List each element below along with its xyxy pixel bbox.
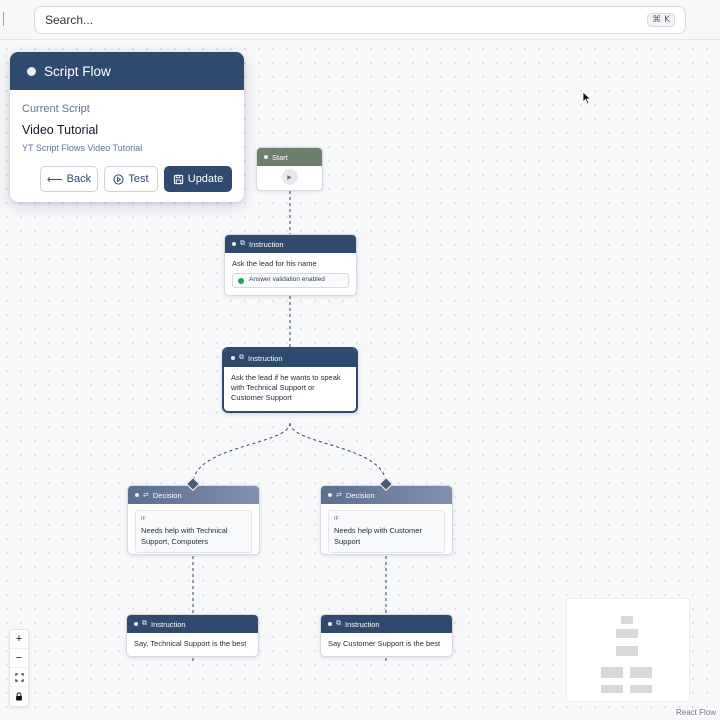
script-description: YT Script Flows Video Tutorial (22, 143, 143, 153)
instruction-node-2[interactable]: ⧉ Instruction Ask the lead if he wants t… (223, 348, 357, 412)
lock-icon (16, 692, 22, 701)
instruction-text: Say, Technical Support is the best (134, 639, 247, 648)
start-node[interactable]: Start ▶ (256, 147, 323, 191)
node-dot-icon (232, 242, 236, 246)
branch-icon: ⇄ (336, 492, 342, 499)
instruction-node-type: Instruction (248, 353, 283, 363)
back-button-label: Back (66, 173, 92, 185)
instruction-node-header: ⧉ Instruction (225, 235, 356, 253)
condition-box: IF Needs help with Technical Support, Co… (135, 510, 252, 553)
instruction-node-type: Instruction (249, 239, 284, 249)
play-circle-icon (113, 173, 124, 185)
script-card-title: Script Flow (44, 63, 111, 79)
arrow-left-icon: ⟵ (46, 173, 63, 186)
node-dot-icon (328, 493, 332, 497)
node-dot-icon (231, 356, 235, 360)
decision-node-right[interactable]: ⇄ Decision IF Needs help with Customer S… (320, 485, 453, 555)
minimap-node (601, 667, 623, 678)
instruction-node-left[interactable]: ⧉ Instruction Say, Technical Support is … (126, 614, 259, 657)
react-flow-attribution[interactable]: React Flow (673, 708, 718, 717)
instruction-node-header: ⧉ Instruction (127, 615, 258, 633)
instruction-text: Say Customer Support is the best (328, 639, 441, 648)
search-placeholder: Search... (45, 13, 94, 27)
minimap-node (630, 685, 652, 693)
search-input[interactable]: Search... ⌘ K (34, 6, 686, 34)
start-node-label: Start (272, 152, 288, 162)
mouse-cursor-icon (582, 91, 592, 105)
instruction-text: Ask the lead for his name (232, 259, 317, 268)
node-dot-icon (264, 155, 268, 159)
top-bar: Search... ⌘ K (0, 0, 720, 40)
edit-square-icon: ⧉ (239, 354, 244, 361)
decision-node-left[interactable]: ⇄ Decision IF Needs help with Technical … (127, 485, 260, 555)
validation-status-icon (238, 277, 244, 284)
minimap-node (616, 646, 638, 656)
fit-view-icon (14, 672, 24, 682)
search-shortcut-badge: ⌘ K (647, 13, 675, 27)
branch-icon: ⇄ (143, 492, 149, 499)
instruction-node-right[interactable]: ⧉ Instruction Say Customer Support is th… (320, 614, 453, 657)
instruction-node-type: Instruction (151, 619, 186, 629)
condition-if-label: IF (334, 516, 339, 522)
node-dot-icon (134, 622, 138, 626)
instruction-node-header: ⧉ Instruction (224, 349, 356, 367)
left-edge-handle[interactable] (0, 12, 4, 26)
script-flow-card: Script Flow Current Script Video Tutoria… (10, 52, 244, 202)
condition-text: Needs help with Customer Support (334, 526, 422, 546)
zoom-in-button[interactable]: + (10, 630, 28, 649)
test-button[interactable]: Test (104, 166, 158, 192)
update-button[interactable]: Update (164, 166, 232, 192)
start-node-header: Start (257, 148, 322, 166)
edit-square-icon: ⧉ (142, 620, 147, 627)
condition-text: Needs help with Technical Support, Compu… (141, 526, 228, 546)
minimap[interactable] (566, 598, 690, 702)
play-icon[interactable]: ▶ (281, 169, 298, 185)
minimap-node (616, 629, 638, 638)
edit-square-icon: ⧉ (336, 620, 341, 627)
minimap-node (621, 616, 633, 624)
validation-badge: Answer validation enabled (232, 273, 349, 288)
instruction-node-header: ⧉ Instruction (321, 615, 452, 633)
current-script-label: Current Script (22, 103, 90, 115)
update-button-label: Update (187, 173, 224, 185)
edit-square-icon: ⧉ (240, 240, 245, 247)
instruction-node-type: Instruction (345, 619, 380, 629)
minimap-node (630, 667, 652, 678)
node-dot-icon (135, 493, 139, 497)
zoom-out-button[interactable]: − (10, 649, 28, 668)
lock-button[interactable] (10, 687, 28, 706)
validation-badge-label: Answer validation enabled (249, 276, 325, 284)
instruction-text: Ask the lead if he wants to speak with T… (231, 373, 341, 403)
decision-node-type: Decision (152, 490, 182, 500)
fit-view-button[interactable] (10, 668, 28, 687)
status-dot-icon (27, 66, 36, 76)
node-dot-icon (328, 622, 332, 626)
save-icon (173, 174, 183, 184)
script-card-header: Script Flow (10, 52, 244, 90)
condition-if-label: IF (141, 516, 146, 522)
minimap-node (601, 685, 623, 693)
script-name: Video Tutorial (22, 123, 99, 137)
condition-box: IF Needs help with Customer Support (328, 510, 445, 553)
back-button[interactable]: ⟵ Back (40, 166, 98, 192)
flow-controls: + − (9, 629, 29, 707)
decision-node-type: Decision (345, 490, 375, 500)
instruction-node-1[interactable]: ⧉ Instruction Ask the lead for his name … (224, 234, 357, 296)
test-button-label: Test (128, 173, 149, 185)
